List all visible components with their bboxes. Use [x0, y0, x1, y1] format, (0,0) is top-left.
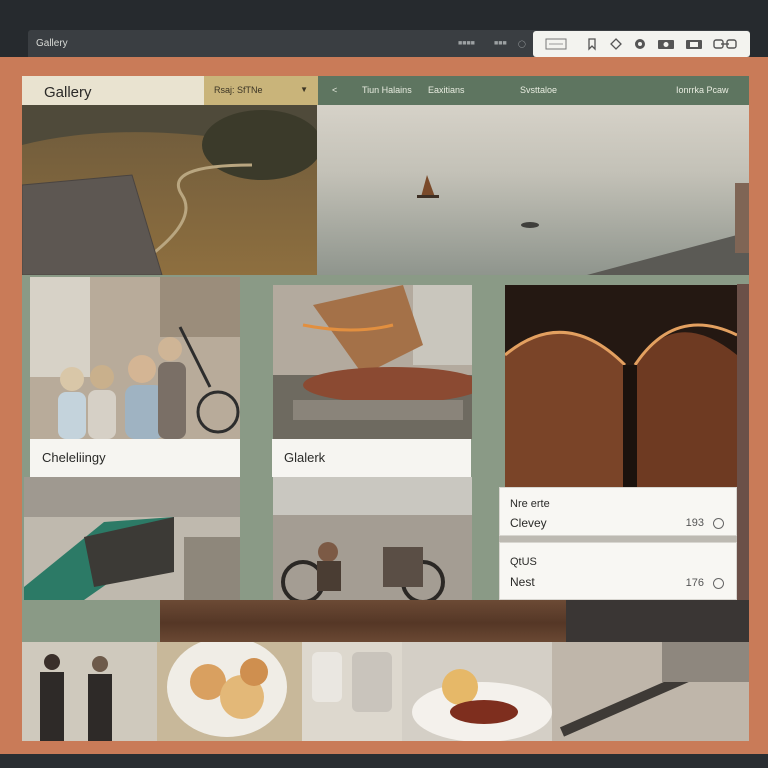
- sort-dropdown-label: Rsaj: SfTNe: [214, 85, 263, 95]
- nav-item-3[interactable]: Svsttaloe: [520, 85, 557, 95]
- bookmark-icon[interactable]: [585, 37, 599, 51]
- photo-family-bikes[interactable]: [30, 277, 240, 439]
- photo-street-device[interactable]: [24, 477, 240, 600]
- nav-item-2[interactable]: Eaxitians: [428, 85, 465, 95]
- info-card-1-subtitle: Clevey: [510, 516, 547, 530]
- diamond-icon[interactable]: [609, 37, 623, 51]
- radio-icon[interactable]: [713, 518, 724, 529]
- titlebar-label-3: ◯: [518, 41, 526, 48]
- nav-item-4[interactable]: Ionrrka Pcaw: [676, 85, 729, 95]
- info-card-1[interactable]: Nre erte Clevey 193: [499, 487, 737, 536]
- chevron-down-icon: ▼: [300, 85, 308, 94]
- castle-caption: Glalerk: [272, 439, 471, 477]
- photo-arches[interactable]: [505, 285, 737, 487]
- sort-dropdown[interactable]: Rsaj: SfTNe ▼: [204, 76, 318, 106]
- titlebar-label-2: ■■■: [494, 40, 507, 47]
- wood-panel: [160, 600, 566, 642]
- camera-alt-icon[interactable]: [685, 37, 703, 51]
- info-card-2-subtitle: Nest: [510, 575, 535, 589]
- bottom-bar: [0, 754, 768, 768]
- info-card-1-title: Nre erte: [510, 498, 550, 510]
- dark-panel: [566, 600, 749, 642]
- thumbnail-strip: [22, 642, 749, 741]
- nav-item-1[interactable]: Tiun Halains: [362, 85, 412, 95]
- photo-seascape[interactable]: [317, 105, 749, 275]
- family-caption: Cheleliingy: [30, 439, 240, 477]
- chevron-left-icon[interactable]: <: [332, 85, 337, 95]
- info-card-2[interactable]: QtUS Nest 176: [499, 542, 737, 600]
- app-header: Gallery: [22, 76, 204, 106]
- radio-icon[interactable]: [713, 578, 724, 589]
- side-stripe: [737, 284, 749, 600]
- camera-icon[interactable]: [657, 37, 675, 51]
- search-icon[interactable]: [633, 37, 647, 51]
- calendar-icon[interactable]: [545, 37, 567, 51]
- photo-motorcycle[interactable]: [273, 477, 472, 600]
- titlebar-label-1: ■■■■: [458, 40, 475, 47]
- page-title: Gallery: [44, 84, 92, 101]
- photo-hillside[interactable]: [22, 105, 317, 275]
- link-icon[interactable]: [713, 37, 737, 51]
- nav-bar: < Tiun Halains Eaxitians Svsttaloe Ionrr…: [318, 76, 749, 105]
- photo-castle-wall[interactable]: [273, 285, 472, 439]
- window-title: Gallery: [36, 38, 68, 49]
- toolbar-panel: [533, 31, 750, 57]
- info-card-1-count: 193: [685, 517, 704, 529]
- info-card-2-title: QtUS: [510, 556, 537, 568]
- info-card-2-count: 176: [685, 577, 704, 589]
